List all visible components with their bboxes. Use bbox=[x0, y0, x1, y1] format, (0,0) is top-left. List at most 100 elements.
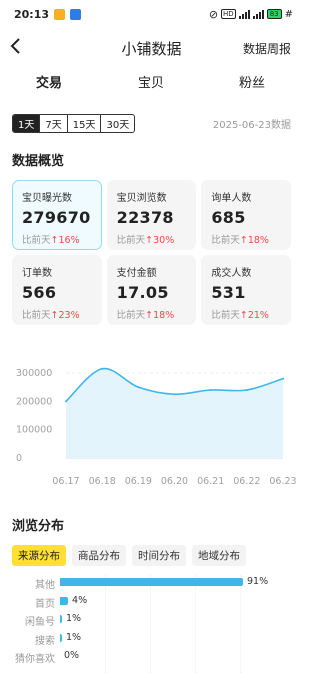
day-option-7[interactable]: 7天 bbox=[40, 115, 68, 132]
metric-compare: 比前天↑30% bbox=[117, 232, 187, 246]
metric-card-orders[interactable]: 订单数 566 比前天↑23% bbox=[12, 255, 102, 325]
metric-compare: 比前天↑18% bbox=[211, 232, 281, 246]
chart-point bbox=[245, 389, 248, 391]
metric-card-exposure[interactable]: 宝贝曝光数 279670 比前天↑16% bbox=[12, 180, 102, 250]
bar-category-label: 其他 bbox=[35, 580, 55, 591]
metric-value: 17.05 bbox=[116, 283, 169, 302]
chart-x-tick: 06.23 bbox=[269, 476, 296, 487]
bar-fill bbox=[60, 596, 69, 605]
metric-compare: 比前天↑23% bbox=[22, 307, 92, 321]
status-time: 20:13 bbox=[14, 7, 50, 21]
bar-category-label: 首页 bbox=[35, 598, 55, 610]
compare-prefix: 比前天 bbox=[22, 235, 51, 246]
day-option-15[interactable]: 15天 bbox=[68, 115, 102, 132]
status-right: ⊘ HD 83 # bbox=[209, 8, 293, 21]
chart-point bbox=[65, 400, 67, 403]
metric-cards: 宝贝曝光数 279670 比前天↑16% 宝贝浏览数 22378 比前天↑30%… bbox=[12, 180, 291, 325]
metric-change: 30% bbox=[153, 235, 175, 246]
signal-icon bbox=[238, 9, 250, 19]
data-date: 2025-06-23数据 bbox=[212, 120, 291, 131]
chart-x-tick: 06.21 bbox=[197, 476, 224, 487]
metric-card-payment[interactable]: 支付金额 17.05 比前天↑18% bbox=[106, 255, 197, 325]
metric-label: 询单人数 bbox=[211, 193, 252, 204]
tab-fans[interactable]: 粉丝 bbox=[239, 72, 265, 91]
subtab-source[interactable]: 来源分布 bbox=[12, 545, 66, 566]
chart-point bbox=[101, 367, 104, 370]
browse-subtabs: 来源分布 商品分布 时间分布 地域分布 bbox=[12, 545, 246, 566]
main-tabs: 交易 宝贝 粉丝 bbox=[0, 70, 303, 94]
day-option-1[interactable]: 1天 bbox=[13, 115, 41, 132]
bar-fill bbox=[60, 615, 62, 623]
app-header: 小铺数据 数据周报 bbox=[0, 30, 303, 64]
metric-label: 宝贝浏览数 bbox=[116, 193, 167, 204]
tab-trade-label: 交易 bbox=[36, 76, 63, 91]
chart-x-tick: 06.20 bbox=[161, 476, 188, 487]
bar-row: 搜索 1% bbox=[0, 631, 303, 647]
signal-icon-2 bbox=[252, 9, 264, 19]
chart-point bbox=[173, 393, 176, 396]
metric-change: 23% bbox=[58, 310, 80, 321]
metric-change: 18% bbox=[247, 235, 269, 246]
compare-prefix: 比前天 bbox=[211, 310, 240, 321]
bar-value-label: 91% bbox=[247, 576, 269, 587]
metric-label: 宝贝曝光数 bbox=[22, 193, 72, 204]
metric-card-views[interactable]: 宝贝浏览数 22378 比前天↑30% bbox=[106, 180, 197, 250]
tab-trade[interactable]: 交易 bbox=[34, 72, 65, 92]
chart-x-tick: 06.19 bbox=[125, 476, 152, 487]
chart-point bbox=[282, 377, 284, 380]
subtab-time[interactable]: 时间分布 bbox=[132, 545, 186, 566]
chart-x-tick: 06.17 bbox=[52, 476, 79, 487]
bar-category-label: 猜你喜欢 bbox=[15, 654, 55, 665]
chart-y-tick: 0 bbox=[16, 453, 22, 464]
notification-app-icon bbox=[54, 8, 66, 20]
up-arrow-icon: ↑ bbox=[239, 235, 248, 246]
chart-area-fill bbox=[66, 368, 283, 458]
day-range-selector: 1天 7天 15天 30天 bbox=[12, 114, 136, 133]
chart-x-tick: 06.22 bbox=[233, 476, 260, 487]
metric-card-buyers[interactable]: 成交人数 531 比前天↑21% bbox=[201, 255, 291, 325]
bar-fill bbox=[60, 578, 243, 586]
compare-prefix: 比前天 bbox=[211, 235, 240, 246]
bar-value-label: 4% bbox=[72, 594, 88, 606]
subtab-product[interactable]: 商品分布 bbox=[72, 545, 126, 566]
bar-value-label: 1% bbox=[66, 631, 82, 643]
bar-value-label: 0% bbox=[64, 650, 80, 661]
battery-icon: 83 bbox=[266, 9, 282, 19]
compare-prefix: 比前天 bbox=[116, 235, 146, 246]
day-option-30[interactable]: 30天 bbox=[101, 115, 134, 132]
trend-chart: 0 100000 200000 300000 06.17 06.18 06.19 06.20 0… bbox=[16, 367, 297, 487]
overview-title: 数据概览 bbox=[12, 154, 65, 169]
weekly-report-button[interactable]: 数据周报 bbox=[243, 40, 291, 57]
tab-items[interactable]: 宝贝 bbox=[138, 72, 164, 91]
chart-y-tick: 300000 bbox=[16, 368, 52, 379]
status-bar: 20:13 ⊘ HD 83 # bbox=[0, 0, 303, 28]
chart-point bbox=[137, 386, 140, 389]
metric-label: 支付金额 bbox=[116, 268, 157, 279]
subtab-region[interactable]: 地域分布 bbox=[192, 545, 246, 566]
metric-label: 订单数 bbox=[22, 268, 52, 279]
bar-category-label: 闲鱼号 bbox=[25, 617, 55, 628]
metric-value: 531 bbox=[211, 283, 246, 302]
hash-icon: # bbox=[284, 8, 293, 20]
metric-change: 18% bbox=[153, 310, 175, 321]
bar-value-label: 1% bbox=[66, 613, 82, 624]
bar-fill bbox=[60, 633, 62, 642]
metric-card-inquiries[interactable]: 询单人数 685 比前天↑18% bbox=[201, 180, 291, 250]
compare-prefix: 比前天 bbox=[116, 310, 146, 321]
metric-change: 21% bbox=[247, 310, 269, 321]
chart-y-tick: 200000 bbox=[16, 396, 52, 407]
metric-value: 279670 bbox=[22, 208, 91, 227]
bar-row: 猜你喜欢 0% bbox=[0, 649, 303, 665]
metric-label: 成交人数 bbox=[211, 268, 252, 279]
compare-prefix: 比前天 bbox=[22, 310, 51, 321]
metric-change: 16% bbox=[58, 235, 80, 246]
up-arrow-icon: ↑ bbox=[145, 310, 154, 321]
metric-compare: 比前天↑16% bbox=[22, 232, 92, 246]
browse-title: 浏览分布 bbox=[12, 519, 65, 534]
metric-value: 685 bbox=[211, 208, 246, 227]
metric-value: 22378 bbox=[116, 208, 174, 227]
metric-compare: 比前天↑21% bbox=[211, 307, 281, 321]
metric-value: 566 bbox=[22, 283, 57, 302]
up-arrow-icon: ↑ bbox=[239, 310, 248, 321]
chart-point bbox=[209, 389, 212, 391]
